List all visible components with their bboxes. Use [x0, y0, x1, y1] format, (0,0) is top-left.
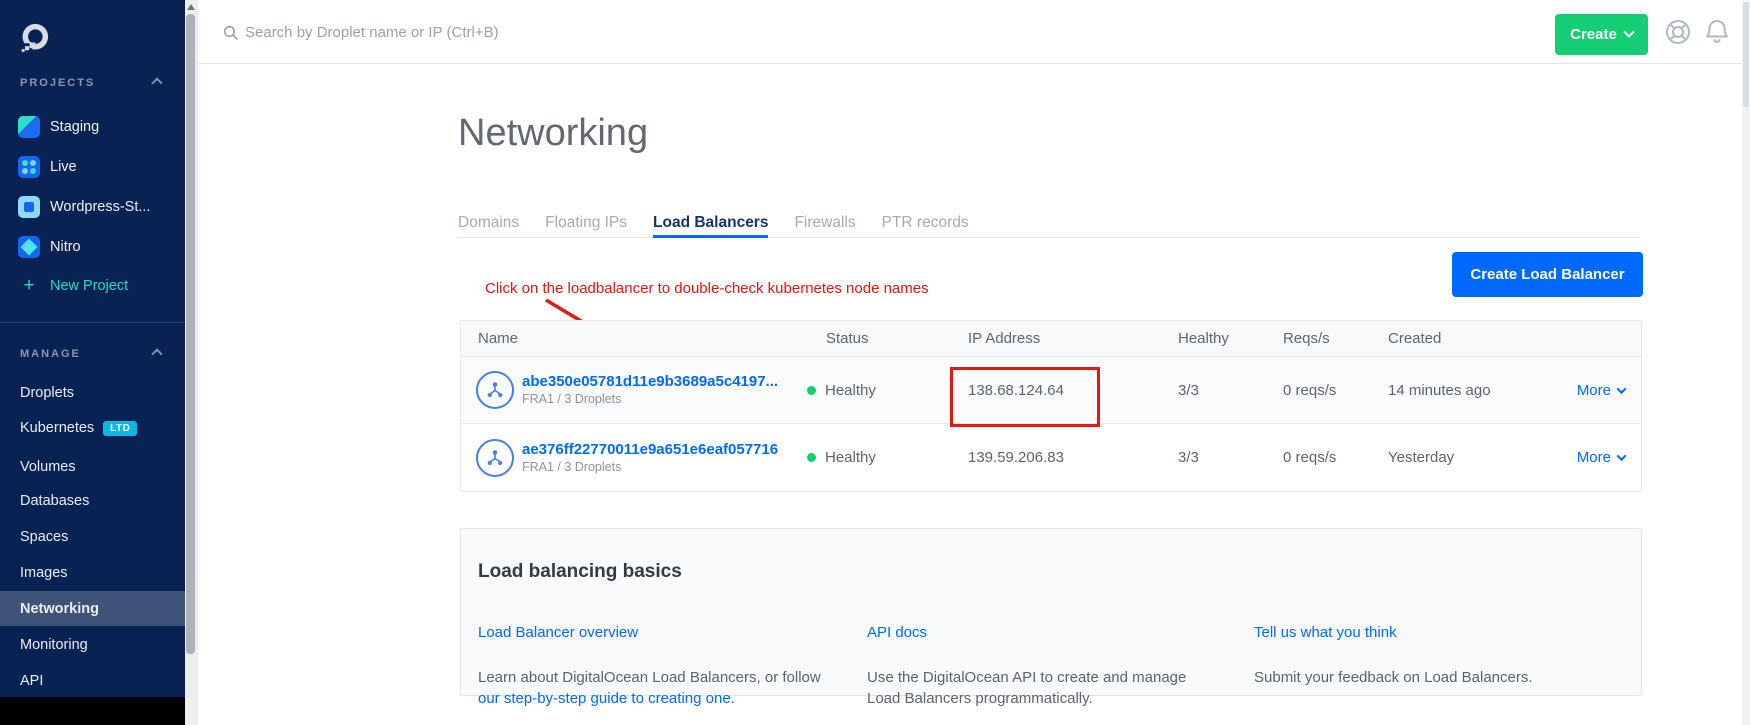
healthy-status-dot — [807, 453, 816, 462]
create-load-balancer-button[interactable]: Create Load Balancer — [1452, 252, 1643, 297]
chevron-down-icon — [1617, 451, 1627, 461]
load-balancer-icon — [476, 371, 514, 409]
load-balancer-overview-link[interactable]: Load Balancer overview — [478, 624, 638, 641]
status-text: Healthy — [825, 449, 876, 466]
sidebar-project-nitro[interactable]: Nitro — [0, 232, 185, 262]
page-title: Networking — [458, 112, 648, 155]
requests-per-second: 0 reqs/s — [1283, 382, 1388, 399]
ltd-badge: LTD — [103, 421, 137, 436]
column-header-reqs: Reqs/s — [1283, 330, 1388, 347]
sidebar-item-droplets[interactable]: Droplets — [0, 381, 185, 405]
sidebar-scrollbar[interactable] — [185, 0, 198, 725]
notifications-bell-icon[interactable] — [1703, 17, 1731, 52]
manage-section-header: MANAGE — [20, 348, 185, 360]
search-icon — [223, 25, 239, 46]
project-nitro-icon — [18, 236, 40, 258]
project-wordpress-icon — [18, 196, 40, 218]
status-text: Healthy — [825, 382, 876, 399]
topbar: Create — [198, 0, 1750, 64]
column-header-name: Name — [461, 330, 807, 347]
load-balancers-table: Name Status IP Address Healthy Reqs/s Cr… — [460, 320, 1642, 492]
main-content: Networking Domains Floating IPs Load Bal… — [198, 64, 1750, 725]
load-balancer-region: FRA1 / 3 Droplets — [522, 460, 778, 475]
scrollbar-thumb[interactable] — [1743, 2, 1749, 107]
projects-section-header: PROJECTS — [20, 77, 185, 89]
basics-column-overview: Load Balancer overview Learn about Digit… — [478, 624, 853, 709]
load-balancer-region: FRA1 / 3 Droplets — [522, 392, 778, 407]
ip-address: 139.59.206.83 — [968, 449, 1178, 466]
project-live-icon — [18, 156, 40, 178]
collapse-manage-chevron-icon[interactable] — [151, 348, 162, 359]
ip-address: 138.68.124.64 — [968, 382, 1178, 399]
created-time: Yesterday — [1388, 449, 1561, 466]
column-header-healthy: Healthy — [1178, 330, 1283, 347]
sidebar-item-spaces[interactable]: Spaces — [0, 525, 185, 549]
basics-column-api: API docs Use the DigitalOcean API to cre… — [867, 624, 1242, 709]
load-balancer-icon — [476, 439, 514, 477]
tell-us-what-you-think-link[interactable]: Tell us what you think — [1254, 624, 1397, 641]
healthy-status-dot — [807, 386, 816, 395]
page-scrollbar[interactable] — [1742, 0, 1750, 725]
project-staging-icon — [18, 116, 40, 138]
scrollbar-up-arrow-icon[interactable] — [187, 4, 195, 10]
search-input[interactable] — [245, 17, 945, 47]
requests-per-second: 0 reqs/s — [1283, 449, 1388, 466]
chevron-down-icon — [1623, 26, 1634, 37]
annotation-text: Click on the loadbalancer to double-chec… — [485, 280, 929, 297]
load-balancing-basics-panel: Load balancing basics Load Balancer over… — [460, 528, 1642, 696]
healthy-count: 3/3 — [1178, 449, 1283, 466]
table-header-row: Name Status IP Address Healthy Reqs/s Cr… — [461, 321, 1641, 357]
tab-ptr-records[interactable]: PTR records — [882, 214, 969, 231]
sidebar-item-api[interactable]: API — [0, 669, 185, 693]
created-time: 14 minutes ago — [1388, 382, 1561, 399]
load-balancer-name-link[interactable]: abe350e05781d11e9b3689a5c4197... — [522, 373, 778, 390]
column-header-ip: IP Address — [968, 330, 1178, 347]
new-project-button[interactable]: + New Project — [0, 271, 185, 301]
sidebar-item-kubernetes[interactable]: Kubernetes LTD — [0, 416, 185, 440]
table-row[interactable]: ae376ff22770011e9a651e6eaf057716 FRA1 / … — [461, 424, 1641, 491]
help-lifering-icon[interactable] — [1663, 17, 1693, 52]
tab-load-balancers[interactable]: Load Balancers — [653, 214, 768, 231]
load-balancer-name-link[interactable]: ae376ff22770011e9a651e6eaf057716 — [522, 441, 778, 458]
tab-domains[interactable]: Domains — [458, 214, 519, 231]
basics-column-feedback: Tell us what you think Submit your feedb… — [1254, 624, 1629, 688]
sidebar-item-volumes[interactable]: Volumes — [0, 455, 185, 479]
sidebar-item-networking[interactable]: Networking — [0, 591, 185, 626]
collapse-projects-chevron-icon[interactable] — [151, 77, 162, 88]
healthy-count: 3/3 — [1178, 382, 1283, 399]
sidebar-item-monitoring[interactable]: Monitoring — [0, 633, 185, 657]
sidebar: PROJECTS Staging Live Wordpress-St... Ni… — [0, 0, 185, 697]
digitalocean-console: PROJECTS Staging Live Wordpress-St... Ni… — [0, 0, 1750, 725]
table-row[interactable]: abe350e05781d11e9b3689a5c4197... FRA1 / … — [461, 357, 1641, 424]
networking-tabs: Domains Floating IPs Load Balancers Fire… — [458, 214, 1640, 238]
column-header-created: Created — [1388, 330, 1561, 347]
sidebar-item-databases[interactable]: Databases — [0, 489, 185, 513]
digitalocean-logo-icon[interactable] — [18, 21, 51, 59]
tab-firewalls[interactable]: Firewalls — [794, 214, 855, 231]
step-by-step-guide-link[interactable]: our step-by-step guide to creating one. — [478, 690, 735, 707]
window-bottom-black-area — [0, 697, 185, 725]
more-menu-button[interactable]: More — [1561, 382, 1643, 399]
sidebar-project-wordpress[interactable]: Wordpress-St... — [0, 192, 185, 222]
column-header-status: Status — [807, 330, 968, 347]
sidebar-project-live[interactable]: Live — [0, 152, 185, 182]
sidebar-item-images[interactable]: Images — [0, 561, 185, 585]
plus-icon: + — [18, 275, 40, 297]
tab-floating-ips[interactable]: Floating IPs — [545, 214, 627, 231]
api-docs-link[interactable]: API docs — [867, 624, 927, 641]
create-button[interactable]: Create — [1555, 14, 1648, 55]
sidebar-divider — [0, 322, 185, 323]
scrollbar-thumb[interactable] — [186, 14, 195, 654]
basics-title: Load balancing basics — [478, 561, 682, 583]
more-menu-button[interactable]: More — [1561, 449, 1643, 466]
sidebar-project-staging[interactable]: Staging — [0, 112, 185, 142]
chevron-down-icon — [1617, 384, 1627, 394]
